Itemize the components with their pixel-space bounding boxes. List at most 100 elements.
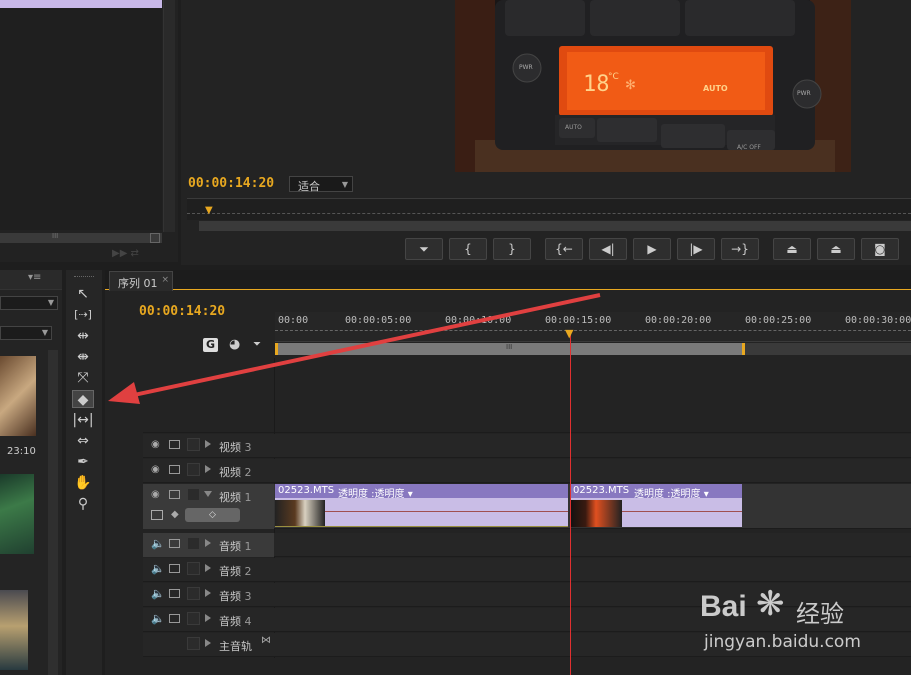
hand-tool-icon[interactable]: ✋ xyxy=(72,474,94,492)
audio-sync-icon[interactable] xyxy=(169,564,180,573)
audio-sync-icon[interactable] xyxy=(169,539,180,548)
razor-tool-icon[interactable]: ◆ xyxy=(72,390,94,408)
clip-effect-dropdown[interactable]: 透明度 :透明度 ▾ xyxy=(634,485,709,500)
extract-button[interactable]: ⏏ xyxy=(817,238,855,260)
clip-effect-dropdown[interactable]: 透明度 :透明度 ▾ xyxy=(338,485,413,500)
step-forward-button[interactable]: |▶ xyxy=(677,238,715,260)
eye-icon[interactable]: ◉ xyxy=(151,490,163,500)
lock-icon[interactable] xyxy=(187,488,200,501)
clip-name: 02523.MTS xyxy=(278,485,335,496)
expand-icon[interactable] xyxy=(205,614,211,622)
display-style-icon[interactable] xyxy=(151,510,163,520)
watermark-brand-2: 经验 xyxy=(796,600,844,628)
track-header-audio-1: 🔈 音频 1 xyxy=(143,533,274,557)
rate-stretch-tool-icon[interactable]: ⤧ xyxy=(72,369,94,387)
thumbnail-duration: 23:10 xyxy=(7,446,36,457)
expand-icon[interactable] xyxy=(205,639,211,647)
close-icon[interactable]: × xyxy=(161,275,169,285)
thumbnail-forest[interactable] xyxy=(0,474,34,554)
project-scrollbar[interactable] xyxy=(48,350,58,675)
chevron-down-icon: ▼ xyxy=(41,328,48,337)
go-to-out-button[interactable]: →} xyxy=(721,238,759,260)
slide-tool-icon[interactable]: ⇔ xyxy=(72,432,94,450)
play-button[interactable]: ▶ xyxy=(633,238,671,260)
monitor-zoom-bar[interactable] xyxy=(199,221,911,231)
expand-icon[interactable] xyxy=(205,564,211,572)
clip-thumbnail xyxy=(570,500,622,527)
lift-button[interactable]: ⏏ xyxy=(773,238,811,260)
lock-icon[interactable] xyxy=(187,587,200,600)
expand-icon[interactable] xyxy=(205,539,211,547)
ruler-label: 00:00:30:00 xyxy=(845,315,911,326)
track-label: 视频 2 xyxy=(219,466,252,479)
eye-icon[interactable]: ◉ xyxy=(151,440,163,450)
bracket-out-button[interactable]: } xyxy=(493,238,531,260)
expand-icon[interactable] xyxy=(205,589,211,597)
lock-icon[interactable] xyxy=(187,612,200,625)
fit-dropdown[interactable]: 适合 ▼ xyxy=(289,176,353,193)
keyframe-toggle-icon[interactable]: ◆ xyxy=(171,509,179,520)
fan-icon: ✻ xyxy=(625,78,636,93)
track-label: 视频 1 xyxy=(219,491,252,504)
source-scrollbar-h[interactable]: III xyxy=(0,232,162,243)
zoom-tool-icon[interactable]: ⚲ xyxy=(72,495,94,513)
audio-sync-icon[interactable] xyxy=(169,589,180,598)
speaker-icon[interactable]: 🔈 xyxy=(151,563,165,574)
keyframe-nav[interactable]: ◇ xyxy=(185,508,240,522)
chevron-down-icon: ▼ xyxy=(341,180,348,189)
project-dropdown-2[interactable]: ▼ xyxy=(0,326,52,340)
thumbnail-car[interactable] xyxy=(0,356,36,436)
selection-tool-icon[interactable]: ↖ xyxy=(72,285,94,303)
speaker-icon[interactable]: 🔈 xyxy=(151,538,165,549)
audio-sync-icon[interactable] xyxy=(169,614,180,623)
track-label: 音频 1 xyxy=(219,540,252,553)
mark-in-button[interactable]: ⏷ xyxy=(405,238,443,260)
pen-tool-icon[interactable]: ✒ xyxy=(72,453,94,471)
track-header-master: 主音轨 ⋈ xyxy=(143,633,274,657)
rolling-edit-tool-icon[interactable]: ⇼ xyxy=(72,348,94,366)
slip-tool-icon[interactable]: |↔| xyxy=(72,411,94,429)
bracket-in-button[interactable]: { xyxy=(449,238,487,260)
speaker-icon[interactable]: 🔈 xyxy=(151,613,165,624)
source-scroll-grip: III xyxy=(52,232,59,240)
project-dropdown-1[interactable]: ▼ xyxy=(0,296,58,310)
collapse-icon[interactable] xyxy=(204,491,212,497)
expand-icon[interactable] xyxy=(205,440,211,448)
lock-icon[interactable] xyxy=(187,637,200,650)
step-back-button[interactable]: ◀| xyxy=(589,238,627,260)
lock-icon[interactable] xyxy=(187,438,200,451)
lock-icon[interactable] xyxy=(187,562,200,575)
playhead-marker-icon[interactable]: ▼ xyxy=(205,205,213,216)
monitor-scrub-bar[interactable]: ▼ xyxy=(187,198,911,220)
lock-icon[interactable] xyxy=(187,537,200,550)
eye-icon[interactable]: ◉ xyxy=(151,465,163,475)
fit-dropdown-value: 适合 xyxy=(298,180,320,193)
camera-icon[interactable] xyxy=(169,440,180,449)
expand-icon[interactable] xyxy=(205,465,211,473)
display-mode: AUTO xyxy=(703,84,728,93)
source-corner-box xyxy=(150,233,160,243)
ripple-edit-tool-icon[interactable]: ⇹ xyxy=(72,327,94,345)
watermark-url: jingyan.baidu.com xyxy=(704,632,861,652)
source-dim-icons: ▶▶ ⇄ xyxy=(112,248,139,259)
panel-menu-icon[interactable]: ▾≡ xyxy=(28,272,41,283)
display-temperature: 18 xyxy=(583,72,610,97)
track-label: 音频 3 xyxy=(219,590,252,603)
master-fx-icon[interactable]: ⋈ xyxy=(261,635,271,646)
export-frame-button[interactable]: ◙ xyxy=(861,238,899,260)
camera-icon[interactable] xyxy=(169,465,180,474)
clip-1[interactable]: 02523.MTS 透明度 :透明度 ▾ xyxy=(275,484,568,527)
lock-icon[interactable] xyxy=(187,463,200,476)
clip-2[interactable]: 02523.MTS 透明度 :透明度 ▾ xyxy=(570,484,742,527)
source-scrollbar-v[interactable] xyxy=(163,0,175,232)
go-to-in-button[interactable]: {← xyxy=(545,238,583,260)
track-label: 音频 2 xyxy=(219,565,252,578)
program-timecode: 00:00:14:20 xyxy=(188,176,275,191)
camera-icon[interactable] xyxy=(169,490,180,499)
clip-thumbnail xyxy=(275,500,325,527)
speaker-icon[interactable]: 🔈 xyxy=(151,588,165,599)
tab-sequence-01[interactable]: 序列 01 × xyxy=(109,271,173,291)
thumbnail-lake[interactable] xyxy=(0,590,28,670)
track-header-video-2: ◉ 视频 2 xyxy=(143,459,274,483)
track-select-tool-icon[interactable]: [⇢] xyxy=(72,306,94,324)
